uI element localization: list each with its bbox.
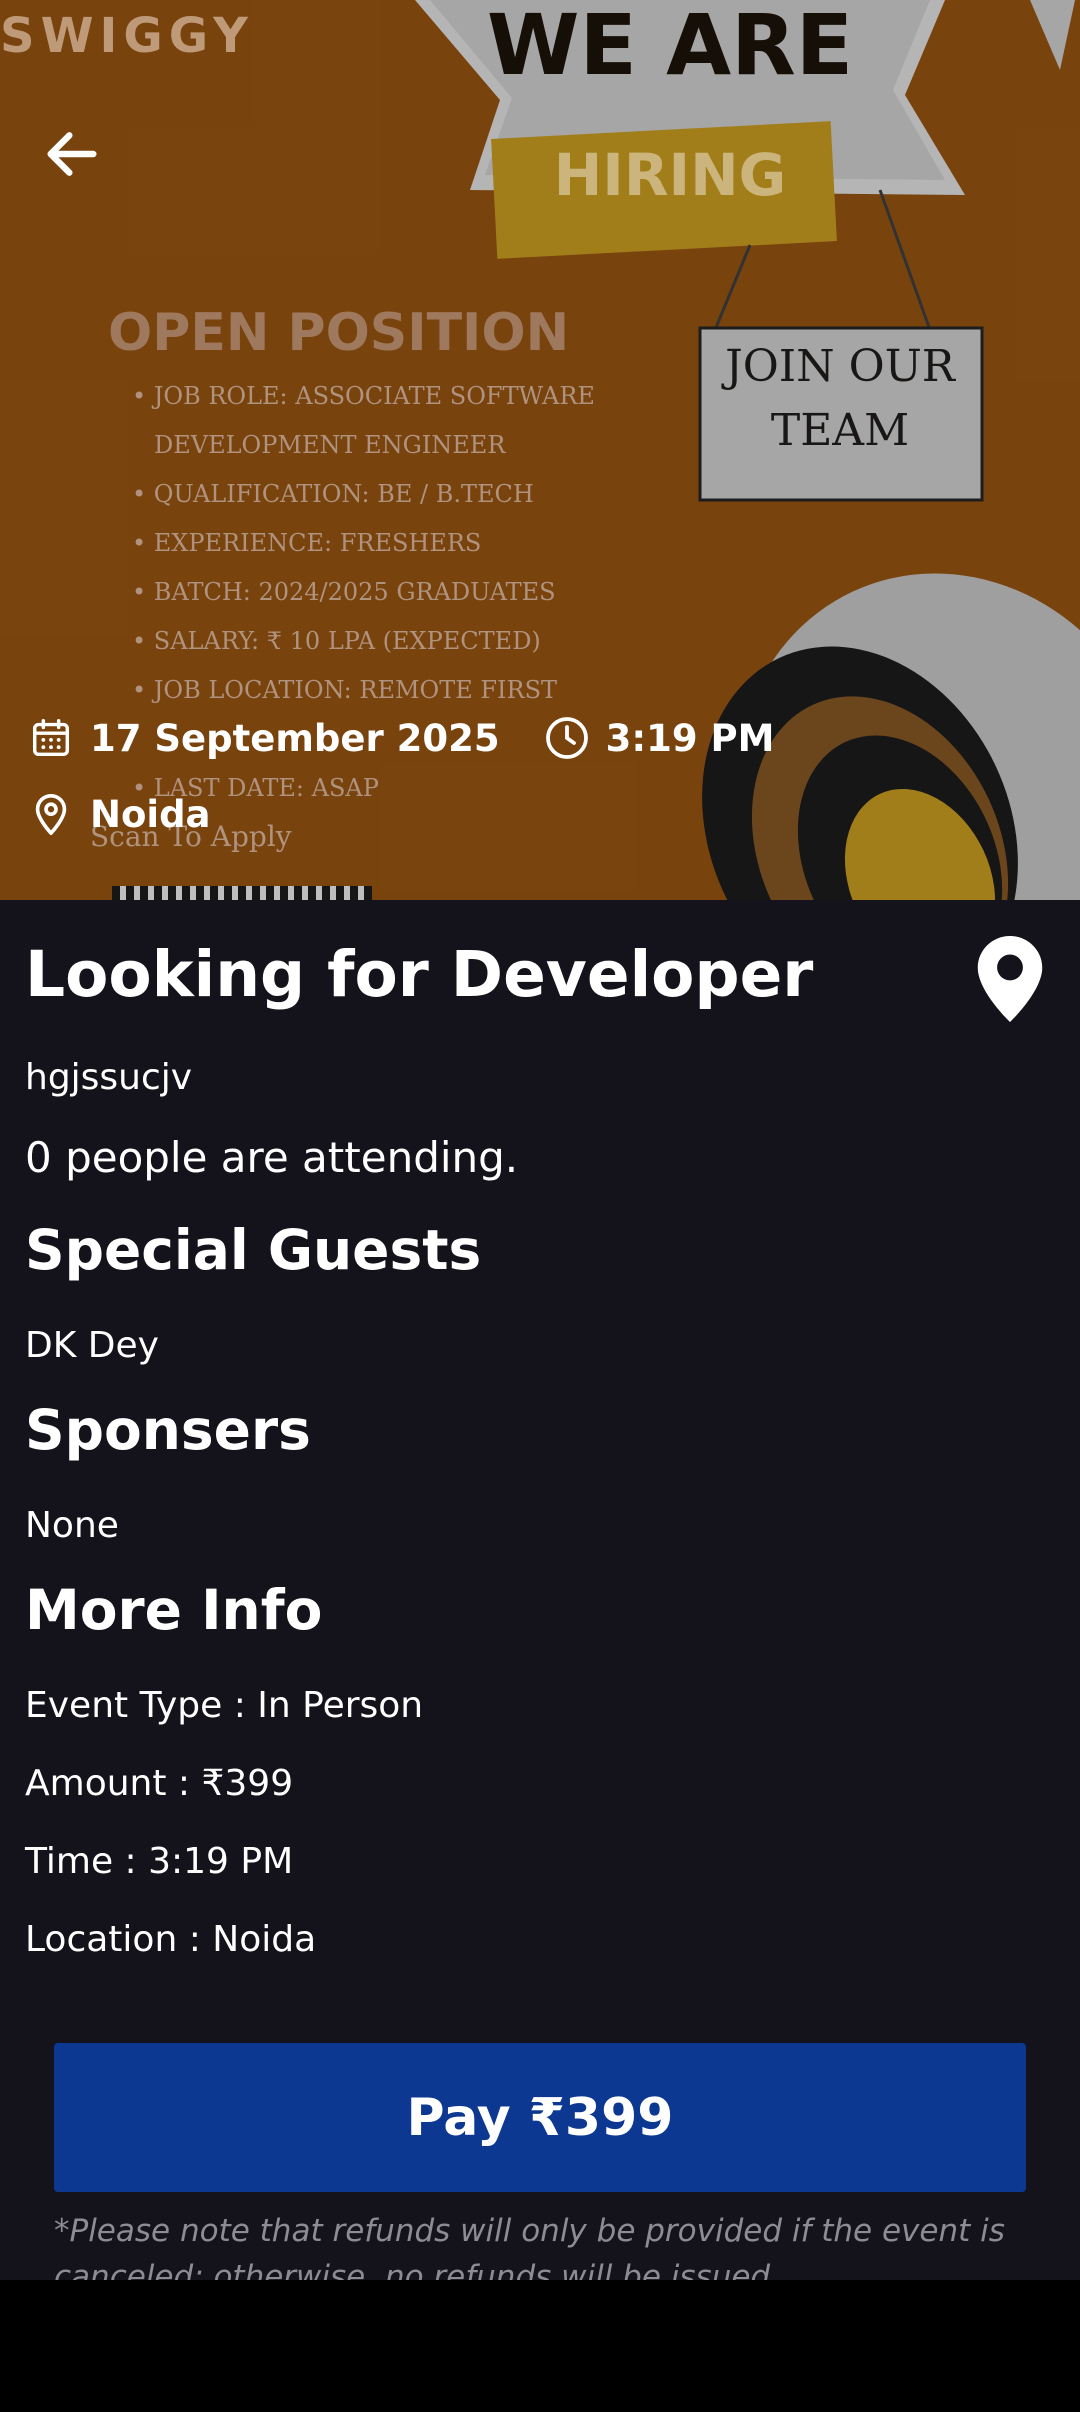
- info-time: Time : 3:19 PM: [25, 1841, 294, 1882]
- special-guests-text: DK Dey: [25, 1325, 159, 1366]
- event-location: Noida: [90, 792, 211, 836]
- event-time: 3:19 PM: [605, 716, 775, 760]
- event-details-screen: SWIGGY WE ARE HIRING JOIN OUR TEAM OPEN …: [0, 0, 1080, 2280]
- back-button[interactable]: [28, 110, 116, 198]
- event-location-row: Noida: [26, 784, 211, 844]
- sponsors-heading: Sponsers: [25, 1398, 311, 1462]
- info-amount: Amount : ₹399: [25, 1763, 294, 1804]
- sponsors-text: None: [25, 1505, 119, 1546]
- event-title: Looking for Developer: [25, 938, 814, 1011]
- info-location: Location : Noida: [25, 1919, 317, 1960]
- attending-count: 0 people are attending.: [25, 1133, 519, 1182]
- event-date: 17 September 2025: [90, 716, 500, 760]
- map-marker-icon: [977, 936, 1043, 1022]
- refund-note: *Please note that refunds will only be p…: [54, 2213, 1005, 2280]
- system-navigation-bar: [0, 2280, 1080, 2412]
- arrow-left-icon: [47, 132, 97, 176]
- pay-button[interactable]: Pay ₹399: [54, 2043, 1026, 2192]
- special-guests-heading: Special Guests: [25, 1218, 482, 1282]
- more-info-heading: More Info: [25, 1578, 323, 1642]
- location-pin-icon: [26, 789, 76, 839]
- info-event-type: Event Type : In Person: [25, 1685, 424, 1726]
- clock-icon: [542, 713, 592, 763]
- open-map-button[interactable]: [965, 924, 1055, 1034]
- title-row: Looking for Developer: [25, 930, 1055, 1022]
- event-description: hgjssucjv: [25, 1057, 193, 1098]
- event-banner-image: SWIGGY WE ARE HIRING JOIN OUR TEAM OPEN …: [0, 0, 1080, 900]
- event-date-time-row: 17 September 2025 3:19 PM: [26, 708, 774, 768]
- calendar-icon: [26, 713, 76, 763]
